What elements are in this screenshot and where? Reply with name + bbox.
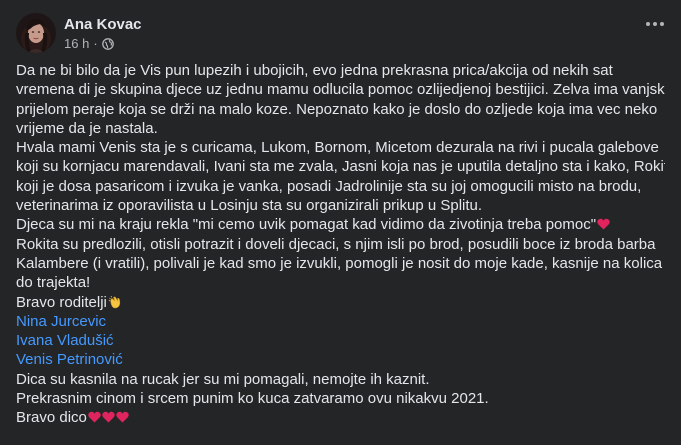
- post-line: prijelom peraje koja se drži na malo koz…: [16, 100, 658, 118]
- more-horizontal-icon: [646, 22, 650, 26]
- post-line: Dica su kasnila na rucak jer su mi pomag…: [16, 370, 430, 388]
- red-heart-icon: [116, 409, 129, 423]
- post-line-with-clap: Bravo roditelji: [16, 293, 665, 312]
- post-timestamp[interactable]: 16 h: [64, 36, 89, 52]
- post-line: vrijeme da je nastala.: [16, 119, 158, 137]
- globe-icon[interactable]: [101, 37, 114, 50]
- tag-nina-jurcevic[interactable]: Nina Jurcevic: [16, 313, 106, 330]
- facebook-post: Ana Kovac 16 h · Da ne bi bilo da je Vis…: [0, 0, 681, 445]
- tagged-user-link[interactable]: Venis Petrinović: [16, 350, 665, 369]
- post-line: Rokita su predlozili, otisli potrazit i …: [16, 235, 656, 253]
- red-heart-icon: [88, 409, 101, 423]
- post-line: do trajekta!: [16, 274, 91, 292]
- more-options-button[interactable]: [639, 8, 671, 40]
- post-line: Da ne bi bilo da je Vis pun lupezih i ub…: [16, 62, 613, 79]
- post-subline: 16 h ·: [64, 36, 142, 52]
- more-dot: [660, 22, 664, 26]
- post-header: Ana Kovac 16 h ·: [16, 12, 665, 54]
- post-line-with-heart: Djeca su mi na kraju rekla "mi cemo uvik…: [16, 215, 665, 234]
- tagged-user-link[interactable]: Nina Jurcevic: [16, 312, 665, 331]
- post-line: Prekrasnim cinom i srcem punim ko kuca z…: [16, 390, 489, 408]
- post-line-text: Bravo dico: [16, 409, 87, 427]
- post-line-with-hearts: Bravo dico: [16, 408, 665, 427]
- separator-dot: ·: [93, 35, 98, 51]
- tag-ivana-vladusic[interactable]: Ivana Vladušić: [16, 332, 114, 349]
- red-heart-icon: [102, 409, 115, 423]
- post-line: vremena di je skupina djece uz jednu mam…: [16, 81, 665, 99]
- post-line: Kalambere (i vratili), polivali je kad s…: [16, 254, 663, 272]
- tagged-user-link[interactable]: Ivana Vladušić: [16, 331, 665, 350]
- post-line: koji su kornjacu marendavali, Ivani sta …: [16, 158, 665, 176]
- post-line-text: Djeca su mi na kraju rekla "mi cemo uvik…: [16, 216, 597, 234]
- red-heart-icon: [597, 216, 610, 230]
- author-avatar[interactable]: [16, 13, 56, 53]
- tag-venis-petrinovic[interactable]: Venis Petrinović: [16, 351, 123, 368]
- post-body: Da ne bi bilo da je Vis pun lupezih i ub…: [16, 61, 665, 428]
- post-line: veterinarima iz oporavilista u Losinju s…: [16, 197, 483, 215]
- more-dot: [653, 22, 657, 26]
- post-line-text: Bravo roditelji: [16, 293, 107, 311]
- post-line: Hvala mami Venis sta je s curicama, Luko…: [16, 139, 659, 157]
- author-name[interactable]: Ana Kovac: [64, 15, 142, 34]
- post-meta: Ana Kovac 16 h ·: [64, 15, 142, 52]
- clapping-hands-icon: [108, 295, 122, 309]
- post-line: koji je dosa pasaricom i izvuka je vanka…: [16, 177, 642, 195]
